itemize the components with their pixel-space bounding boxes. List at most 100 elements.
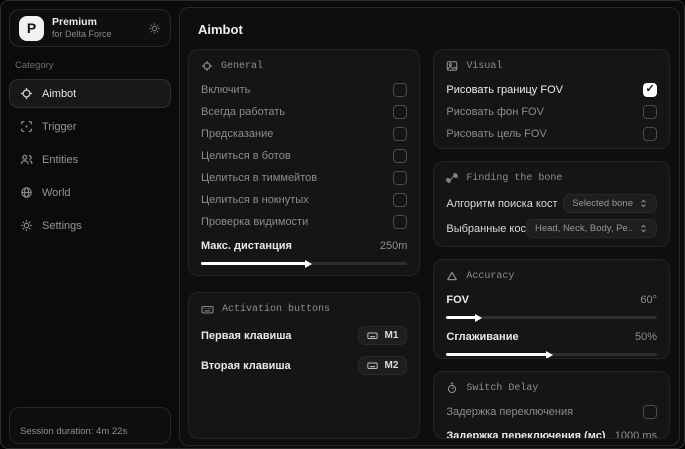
crosshair-icon [201, 60, 213, 72]
max-distance-slider[interactable] [201, 262, 408, 265]
sidebar-item-label: Settings [42, 219, 82, 232]
checkbox[interactable] [393, 104, 408, 119]
keyboard-icon [367, 360, 379, 371]
checkbox[interactable] [643, 404, 657, 419]
entities-icon [20, 153, 33, 166]
toggle-row: Целиться в ботов [201, 148, 408, 163]
checkbox[interactable] [393, 170, 408, 185]
toggle-label: Целиться в ботов [201, 149, 291, 162]
checkbox[interactable] [393, 82, 408, 97]
unfold-icon [639, 224, 648, 233]
panel-title: Finding the bone [466, 172, 563, 184]
unfold-icon [639, 199, 648, 208]
max-distance-slider-block: Макс. дистанция 250m [201, 238, 408, 265]
toggle-row: Проверка видимости [201, 214, 408, 229]
app-window: P Premium for Delta Force Category Aimbo… [0, 0, 685, 449]
stopwatch-icon [446, 382, 458, 394]
sidebar-item-label: Aimbot [42, 87, 77, 100]
sidebar-item-entities[interactable]: Entities [9, 145, 171, 174]
premium-card[interactable]: P Premium for Delta Force [9, 9, 171, 47]
app-logo: P [19, 15, 44, 41]
toggle-label: Предсказание [201, 127, 274, 140]
session-duration: Session duration: 4m 22s [9, 407, 171, 444]
sidebar-item-label: Entities [42, 153, 79, 166]
product-name: Premium [52, 15, 97, 28]
fov-slider-block: FOV 60° [446, 292, 657, 319]
slider-label: Сглаживание [446, 330, 519, 343]
sidebar-item-trigger[interactable]: Trigger [9, 112, 171, 141]
bone-algorithm-dropdown[interactable]: Selected bone [563, 194, 657, 213]
toggle-row: Целиться в тиммейтов [201, 170, 408, 185]
smoothing-slider-block: Сглаживание 50% [446, 329, 657, 356]
page-title: Aimbot [198, 22, 243, 37]
toggle-row: Рисовать границу FOV [446, 82, 657, 97]
toggle-label: Включить [201, 83, 251, 96]
switch-delay-panel: Switch Delay Задержка переключения Задер… [433, 371, 670, 439]
checkbox[interactable] [643, 126, 657, 141]
activation-buttons-panel: Activation buttons Первая клавиша M1 Вто… [188, 292, 421, 439]
checkbox[interactable] [643, 82, 657, 97]
product-subtitle: for Delta Force [52, 28, 112, 39]
crosshair-icon [20, 87, 33, 100]
checkbox[interactable] [643, 104, 657, 119]
toggle-controls [643, 82, 657, 97]
toggle-label: Задержка переключения [446, 405, 574, 418]
toggle-label: Рисовать цель FOV [446, 127, 547, 140]
general-panel: General Включить Всегда работать Предска… [188, 49, 421, 276]
slider-label: Задержка переключения (мс) [446, 429, 606, 439]
toggle-label: Рисовать границу FOV [446, 83, 563, 96]
trigger-icon [20, 120, 33, 133]
checkbox[interactable] [393, 192, 408, 207]
dropdown-row: Алгоритм поиска кост Selected bone [446, 194, 657, 213]
accuracy-panel: Accuracy FOV 60° Сглаживание 50% [433, 259, 670, 359]
dropdown-row: Выбранные кос Head, Neck, Body, Pe.. [446, 219, 657, 238]
sidebar: P Premium for Delta Force Category Aimbo… [1, 1, 179, 448]
sidebar-item-settings[interactable]: Settings [9, 211, 171, 240]
sidebar-item-world[interactable]: World [9, 178, 171, 207]
keybind-label: Первая клавиша [201, 329, 292, 342]
checkbox[interactable] [393, 148, 408, 163]
fov-slider[interactable] [446, 316, 657, 319]
toggle-row: Рисовать цель FOV [446, 126, 657, 141]
finding-bone-panel: Finding the bone Алгоритм поиска кост Se… [433, 161, 670, 247]
slider-value: 250m [379, 239, 408, 252]
settings-gear-icon[interactable] [148, 22, 161, 35]
toggle-label: Целиться в нокнутых [201, 193, 309, 206]
smoothing-slider[interactable] [446, 353, 657, 356]
panel-title: Switch Delay [466, 382, 539, 394]
toggle-controls [643, 104, 657, 119]
keybind-label: Вторая клавиша [201, 359, 291, 372]
slider-label: Макс. дистанция [201, 239, 292, 252]
dropdown-label: Алгоритм поиска кост [446, 197, 558, 210]
bone-icon [446, 172, 459, 184]
toggle-controls [643, 126, 657, 141]
panel-title: Visual [466, 60, 503, 72]
slider-value: 60° [640, 293, 657, 306]
selected-bones-dropdown[interactable]: Head, Neck, Body, Pe.. [525, 219, 657, 238]
sidebar-item-aimbot[interactable]: Aimbot [9, 79, 171, 108]
toggle-row: Задержка переключения [446, 404, 657, 419]
panel-title: General [221, 60, 264, 72]
sidebar-item-label: World [42, 186, 71, 199]
dropdown-label: Выбранные кос [446, 222, 526, 235]
toggle-label: Всегда работать [201, 105, 286, 118]
visual-panel: Visual Рисовать границу FOV Рисовать фон… [433, 49, 670, 149]
keybind-row: Вторая клавиша M2 [201, 356, 408, 375]
toggle-row: Всегда работать [201, 104, 408, 119]
toggle-row: Рисовать фон FOV [446, 104, 657, 119]
keybind-row: Первая клавиша M1 [201, 326, 408, 345]
checkbox[interactable] [393, 126, 408, 141]
keybind-button-m1[interactable]: M1 [358, 326, 408, 345]
image-icon [446, 60, 458, 72]
slider-label: FOV [446, 293, 470, 306]
sidebar-menu: Aimbot Trigger Entities World Settings [9, 79, 171, 240]
toggle-row: Целиться в нокнутых [201, 192, 408, 207]
toggle-label: Рисовать фон FOV [446, 105, 544, 118]
keyboard-icon [367, 330, 379, 341]
toggle-row: Включить [201, 82, 408, 97]
panel-title: Activation buttons [222, 304, 331, 315]
slider-value: 50% [634, 330, 657, 343]
checkbox[interactable] [393, 214, 408, 229]
keybind-button-m2[interactable]: M2 [358, 356, 408, 375]
category-label: Category [15, 60, 54, 71]
